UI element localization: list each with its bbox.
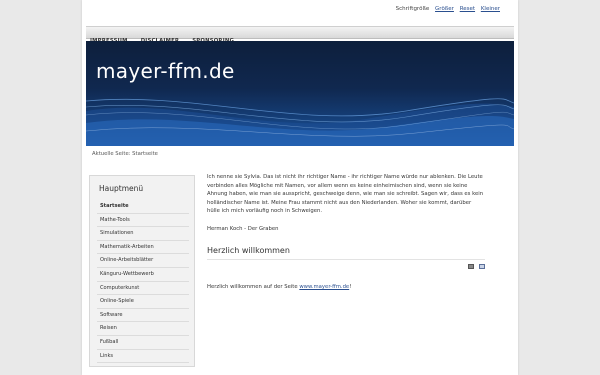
article-heading: Herzlich willkommen [207,246,485,260]
email-icon[interactable] [479,264,485,269]
main-content: Ich nenne sie Sylvia. Das ist nicht ihr … [207,173,485,290]
sidebar-item-startseite[interactable]: Startseite [97,200,189,214]
welcome-text: Herzlich willkommen auf der Seite www.ma… [207,283,485,292]
sidebar-item-fussball[interactable]: Fußball [97,336,189,350]
site-title[interactable]: mayer-ffm.de [96,59,235,83]
sidebar-item-online-arbeitsblaetter[interactable]: Online-Arbeitsblätter [97,254,189,268]
quote-text: Ich nenne sie Sylvia. Das ist nicht ihr … [207,174,484,214]
welcome-prefix: Herzlich willkommen auf der Seite [207,284,300,290]
sidebar-item-reisen[interactable]: Reisen [97,322,189,336]
main-menu: Hauptmenü Startseite Mathe-Tools Simulat… [89,175,195,367]
page-container: Schriftgröße Größer Reset Kleiner IMPRES… [82,0,518,375]
breadcrumb: Aktuelle Seite: Startseite [92,151,158,157]
sidebar-item-mathe-tools[interactable]: Mathe-Tools [97,214,189,228]
font-size-bar: Schriftgröße Größer Reset Kleiner [396,6,500,12]
top-navigation: IMPRESSUM DISCLAIMER SPONSORING [86,26,514,44]
main-menu-title: Hauptmenü [99,184,144,193]
sidebar-item-mathematik-arbeiten[interactable]: Mathematik-Arbeiten [97,241,189,255]
sidebar-item-simulationen[interactable]: Simulationen [97,227,189,241]
font-larger-link[interactable]: Größer [435,6,454,12]
sidebar-item-kaenguru-wettbewerb[interactable]: Känguru-Wettbewerb [97,268,189,282]
site-link[interactable]: www.mayer-ffm.de [299,284,349,290]
quote-author: Herman Koch - Der Graben [207,225,279,232]
font-smaller-link[interactable]: Kleiner [481,6,500,12]
article-icons [465,264,485,273]
header-banner: mayer-ffm.de [86,41,514,146]
print-icon[interactable] [468,264,475,269]
font-size-label: Schriftgröße [395,6,430,12]
sidebar-item-software[interactable]: Software [97,309,189,323]
sidebar-item-links[interactable]: Links [97,350,189,364]
sidebar-item-online-spiele[interactable]: Online-Spiele [97,295,189,309]
welcome-suffix: ! [349,284,352,290]
font-reset-link[interactable]: Reset [460,6,475,12]
banner-wave-graphic [86,98,514,146]
sidebar-item-computerkunst[interactable]: Computerkunst [97,282,189,296]
